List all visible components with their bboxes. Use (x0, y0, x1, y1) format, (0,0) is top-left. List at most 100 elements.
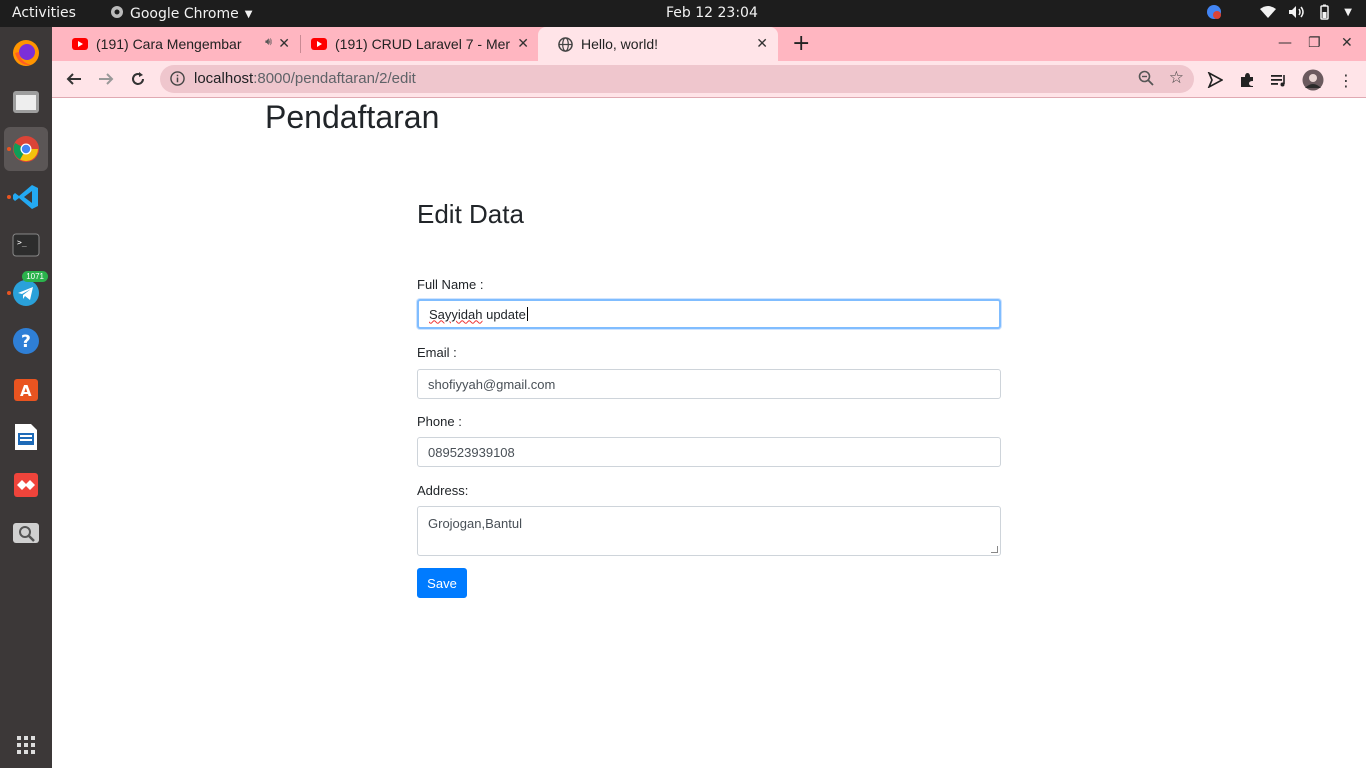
tab-strip: (191) Cara Mengembar 🔊︎ ✕ (191) CRUD Lar… (52, 27, 1366, 61)
running-indicator (7, 195, 11, 199)
site-info-icon[interactable] (170, 71, 185, 90)
audio-playing-icon: 🔊︎ (265, 36, 272, 48)
writer-launcher[interactable] (4, 415, 48, 459)
save-button[interactable]: Save (417, 568, 467, 598)
site-title: Pendaftaran (265, 99, 440, 135)
fullname-value-misspelled: Sayyidah (429, 306, 483, 322)
address-textarea[interactable]: Grojogan,Bantul (417, 506, 1001, 556)
fullname-label: Full Name : (417, 277, 484, 292)
chrome-menu-icon[interactable]: ⋮ (1336, 70, 1356, 90)
close-tab-icon[interactable]: ✕ (517, 35, 529, 52)
terminal-icon: >_ (12, 233, 40, 257)
help-launcher[interactable]: ? (4, 319, 48, 363)
volume-icon[interactable] (1288, 4, 1305, 20)
chrome-launcher[interactable] (4, 127, 48, 171)
youtube-icon (72, 38, 88, 50)
anydesk-launcher[interactable] (4, 463, 48, 507)
forward-button[interactable] (94, 68, 118, 90)
wifi-icon[interactable] (1260, 4, 1277, 20)
close-tab-icon[interactable]: ✕ (756, 35, 768, 52)
url-host: localhost (194, 70, 254, 87)
running-indicator (7, 291, 11, 295)
globe-icon (558, 36, 573, 52)
running-indicator (7, 147, 11, 151)
fullname-value-rest: update (482, 306, 526, 322)
tab-hello-world[interactable]: Hello, world! ✕ (538, 27, 778, 61)
profile-avatar[interactable] (1301, 68, 1325, 92)
tab-title: (191) Cara Mengembar (96, 36, 242, 52)
address-label: Address: (417, 483, 469, 498)
form-title: Edit Data (417, 199, 524, 229)
terminal-launcher[interactable]: >_ (4, 223, 48, 267)
reload-icon (132, 72, 144, 85)
email-value: shofiyyah@gmail.com (428, 376, 556, 392)
tab-title: Hello, world! (581, 36, 659, 52)
firefox-launcher[interactable] (4, 31, 48, 75)
restore-button[interactable]: ❐ (1308, 35, 1321, 51)
writer-icon (15, 424, 37, 450)
browser-toolbar: localhost:8000/pendaftaran/2/edit ☆ ⋮ (52, 61, 1366, 98)
text-caret (526, 307, 528, 321)
arrow-right-icon (99, 73, 114, 85)
vscode-icon (13, 185, 38, 209)
caret-down-icon: ▼ (244, 8, 253, 20)
screenshot-launcher[interactable] (4, 511, 48, 555)
tab-youtube-2[interactable]: (191) CRUD Laravel 7 - Mer ✕ (291, 27, 539, 61)
media-control-icon[interactable] (1269, 70, 1289, 90)
files-launcher[interactable] (4, 79, 48, 123)
zoom-icon[interactable] (1138, 70, 1154, 90)
close-window-button[interactable]: ✕ (1341, 35, 1353, 51)
reload-button[interactable] (126, 68, 150, 90)
screenshot-icon (13, 523, 39, 543)
help-icon: ? (13, 328, 39, 354)
extension-send-icon[interactable] (1205, 70, 1225, 90)
tab-youtube-1[interactable]: (191) Cara Mengembar 🔊︎ ✕ (52, 27, 300, 61)
telegram-icon (13, 280, 39, 306)
url-path: :8000/pendaftaran/2/edit (253, 70, 416, 87)
app-menu[interactable]: Google Chrome ▼ (110, 5, 252, 23)
chrome-icon (13, 136, 39, 162)
tab-title: (191) CRUD Laravel 7 - Mer (335, 36, 510, 52)
chrome-small-icon (110, 5, 124, 23)
resize-handle-icon[interactable] (991, 546, 998, 553)
back-button[interactable] (62, 68, 86, 90)
battery-icon[interactable] (1316, 4, 1332, 20)
phone-value: 089523939108 (428, 444, 515, 460)
page-content: Pendaftaran Edit Data Full Name : Sayyid… (52, 99, 1366, 768)
url-text[interactable]: localhost:8000/pendaftaran/2/edit (194, 70, 416, 87)
files-icon (13, 91, 39, 113)
grid-icon (17, 736, 35, 754)
show-apps-button[interactable] (4, 723, 48, 767)
phone-input[interactable]: 089523939108 (417, 437, 1001, 467)
vscode-launcher[interactable] (4, 175, 48, 219)
email-input[interactable]: shofiyyah@gmail.com (417, 369, 1001, 399)
bookmark-star-icon[interactable]: ☆ (1169, 68, 1184, 88)
anydesk-icon (14, 473, 38, 497)
firefox-icon (13, 40, 39, 66)
activities-button[interactable]: Activities (12, 5, 76, 21)
svg-text:>_: >_ (17, 238, 27, 247)
software-launcher[interactable]: A (4, 367, 48, 411)
chrome-notification-icon[interactable] (1206, 4, 1222, 20)
close-tab-icon[interactable]: ✕ (278, 35, 290, 52)
address-value: Grojogan,Bantul (428, 516, 522, 531)
svg-text:A: A (20, 382, 32, 400)
software-icon: A (14, 379, 38, 401)
arrow-left-icon (66, 73, 81, 85)
phone-label: Phone : (417, 414, 462, 429)
telegram-unread-badge: 1071 (22, 271, 48, 282)
app-menu-label: Google Chrome (130, 6, 239, 22)
extensions-puzzle-icon[interactable] (1237, 70, 1257, 90)
system-tray[interactable]: ▼ (1206, 4, 1352, 20)
address-bar[interactable]: localhost:8000/pendaftaran/2/edit ☆ (160, 65, 1194, 93)
telegram-launcher[interactable]: 1071 (4, 271, 48, 315)
svg-text:?: ? (21, 332, 31, 352)
fullname-input[interactable]: Sayyidah update (417, 299, 1001, 329)
new-tab-button[interactable]: + (792, 31, 810, 56)
system-menu-caret-icon[interactable]: ▼ (1344, 7, 1352, 18)
clock[interactable]: Feb 12 23:04 (666, 5, 758, 21)
dock: >_ 1071 ? A (0, 27, 52, 768)
minimize-button[interactable]: — (1278, 35, 1292, 51)
youtube-icon (311, 38, 327, 50)
system-top-bar: Activities Google Chrome ▼ Feb 12 23:04 … (0, 0, 1366, 27)
